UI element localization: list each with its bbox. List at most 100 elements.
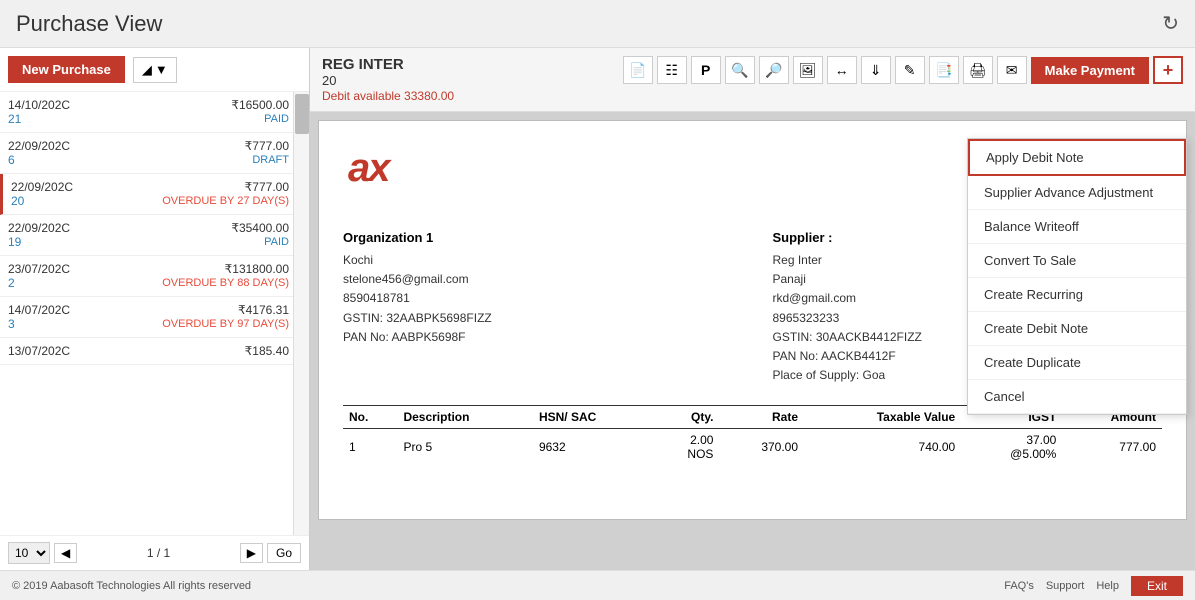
cell-amount: 777.00 [1062, 429, 1162, 466]
bold-p-icon: P [701, 62, 710, 78]
list-item-amount: ₹777.00 [245, 180, 289, 194]
list-item-date: 22/09/202C [11, 180, 73, 194]
content-area: REG INTER 20 Debit available 33380.00 📄 … [310, 48, 1195, 570]
footer-right: FAQ's Support Help Exit [1004, 576, 1183, 596]
list-item[interactable]: 22/09/202C ₹777.00 6 DRAFT [0, 133, 309, 174]
pdf-icon-btn[interactable]: 📑 [929, 56, 959, 84]
org-city: Kochi [343, 251, 733, 270]
cell-taxable: 740.00 [804, 429, 961, 466]
list-item-date: 23/07/202C [8, 262, 70, 276]
print-icon: 📄 [629, 62, 646, 79]
grid-icon-btn[interactable]: ☷ [657, 56, 687, 84]
grid-icon: ☷ [665, 62, 678, 79]
resize-icon: ↔ [835, 62, 849, 78]
list-item-status: PAID [264, 236, 289, 248]
filter-button[interactable]: ◢ ▼ [133, 57, 177, 83]
next-page-button[interactable]: ▶ [240, 543, 263, 563]
sidebar: New Purchase ◢ ▼ 14/10/202C ₹16500.00 21… [0, 48, 310, 570]
list-item-status: OVERDUE BY 97 DAY(S) [162, 318, 289, 330]
go-button[interactable]: Go [267, 543, 301, 563]
list-item-amount: ₹131800.00 [225, 262, 289, 276]
col-no: No. [343, 406, 397, 429]
page-size-select[interactable]: 10 25 50 [8, 542, 50, 564]
email-icon-btn[interactable]: ✉ [997, 56, 1027, 84]
list-item-date: 22/09/202C [8, 139, 70, 153]
company-logo-svg: ax [343, 141, 463, 191]
scroll-thumb [295, 94, 309, 134]
col-hsn: HSN/ SAC [533, 406, 653, 429]
bold-p-icon-btn[interactable]: P [691, 56, 721, 84]
list-item[interactable]: 22/09/202C ₹35400.00 19 PAID [0, 215, 309, 256]
dropdown-item-6[interactable]: Create Duplicate [968, 346, 1186, 380]
footer-copyright: © 2019 Aabasoft Technologies All rights … [12, 580, 251, 592]
col-qty: Qty. [653, 406, 719, 429]
pagination: 10 25 50 ◀ 1 / 1 ▶ Go [0, 535, 309, 570]
list-item-amount: ₹185.40 [245, 344, 289, 358]
dropdown-item-1[interactable]: Supplier Advance Adjustment [968, 176, 1186, 210]
make-payment-button[interactable]: Make Payment [1031, 57, 1149, 84]
list-item[interactable]: 14/07/202C ₹4176.31 3 OVERDUE BY 97 DAY(… [0, 297, 309, 338]
help-link[interactable]: Help [1096, 580, 1119, 592]
main-layout: New Purchase ◢ ▼ 14/10/202C ₹16500.00 21… [0, 48, 1195, 570]
app-title: Purchase View [16, 11, 162, 37]
table-row: 1 Pro 5 9632 2.00 NOS 370.00 740.00 37.0… [343, 429, 1162, 466]
dropdown-item-5[interactable]: Create Debit Note [968, 312, 1186, 346]
dropdown-item-7[interactable]: Cancel [968, 380, 1186, 414]
list-item[interactable]: 13/07/202C ₹185.40 [0, 338, 309, 365]
org-gstin: GSTIN: 32AABPK5698FIZZ [343, 309, 733, 328]
edit-icon: ✎ [904, 62, 916, 79]
supplier-title: REG INTER [322, 56, 454, 73]
search-icon-btn[interactable]: 🔍 [725, 56, 755, 84]
app-footer: © 2019 Aabasoft Technologies All rights … [0, 570, 1195, 600]
faq-link[interactable]: FAQ's [1004, 580, 1034, 592]
exit-button[interactable]: Exit [1131, 576, 1183, 596]
dropdown-item-3[interactable]: Convert To Sale [968, 244, 1186, 278]
dropdown-item-0[interactable]: Apply Debit Note [968, 139, 1186, 176]
list-item-amount: ₹35400.00 [231, 221, 289, 235]
printer-icon-btn[interactable]: 🖨 [963, 56, 993, 84]
app-header: Purchase View ↻ [0, 0, 1195, 48]
download-icon: ⇓ [870, 62, 882, 79]
list-item[interactable]: 14/10/202C ₹16500.00 21 PAID [0, 92, 309, 133]
list-item-date: 22/09/202C [8, 221, 70, 235]
plus-button[interactable]: + [1153, 56, 1183, 84]
svg-text:ax: ax [348, 146, 392, 190]
download-icon-btn[interactable]: ⇓ [861, 56, 891, 84]
print-icon-btn[interactable]: 📄 [623, 56, 653, 84]
purchase-id: 20 [322, 73, 454, 88]
zoom-out-icon-btn[interactable]: 🔎 [759, 56, 789, 84]
image-icon: 🖼 [799, 62, 817, 79]
support-link[interactable]: Support [1046, 580, 1085, 592]
list-item-id: 3 [8, 317, 15, 331]
image-icon-btn[interactable]: 🖼 [793, 56, 823, 84]
dropdown-item-2[interactable]: Balance Writeoff [968, 210, 1186, 244]
debit-link[interactable]: Debit available 33380.00 [322, 89, 454, 103]
list-item-id: 6 [8, 153, 15, 167]
content-header: REG INTER 20 Debit available 33380.00 📄 … [310, 48, 1195, 112]
list-item-status: PAID [264, 113, 289, 125]
list-item-amount: ₹4176.31 [238, 303, 289, 317]
list-item-id: 19 [8, 235, 21, 249]
filter-dropdown-icon: ▼ [155, 62, 168, 77]
org-email: stelone456@gmail.com [343, 270, 733, 289]
page-info: 1 / 1 [81, 546, 236, 560]
scrollbar[interactable] [293, 92, 309, 535]
list-item[interactable]: 22/09/202C ₹777.00 20 OVERDUE BY 27 DAY(… [0, 174, 309, 215]
col-taxable: Taxable Value [804, 406, 961, 429]
col-rate: Rate [719, 406, 804, 429]
edit-icon-btn[interactable]: ✎ [895, 56, 925, 84]
cell-rate: 370.00 [719, 429, 804, 466]
list-item[interactable]: 23/07/202C ₹131800.00 2 OVERDUE BY 88 DA… [0, 256, 309, 297]
resize-icon-btn[interactable]: ↔ [827, 56, 857, 84]
sidebar-toolbar: New Purchase ◢ ▼ [0, 48, 309, 92]
list-item-amount: ₹777.00 [245, 139, 289, 153]
dropdown-item-4[interactable]: Create Recurring [968, 278, 1186, 312]
org-title: Organization 1 [343, 230, 733, 245]
list-item-amount: ₹16500.00 [231, 98, 289, 112]
list-item-id: 20 [11, 194, 24, 208]
list-item-status: DRAFT [252, 154, 289, 166]
refresh-icon[interactable]: ↻ [1162, 11, 1179, 36]
cell-hsn: 9632 [533, 429, 653, 466]
new-purchase-button[interactable]: New Purchase [8, 56, 125, 83]
prev-page-button[interactable]: ◀ [54, 543, 77, 563]
